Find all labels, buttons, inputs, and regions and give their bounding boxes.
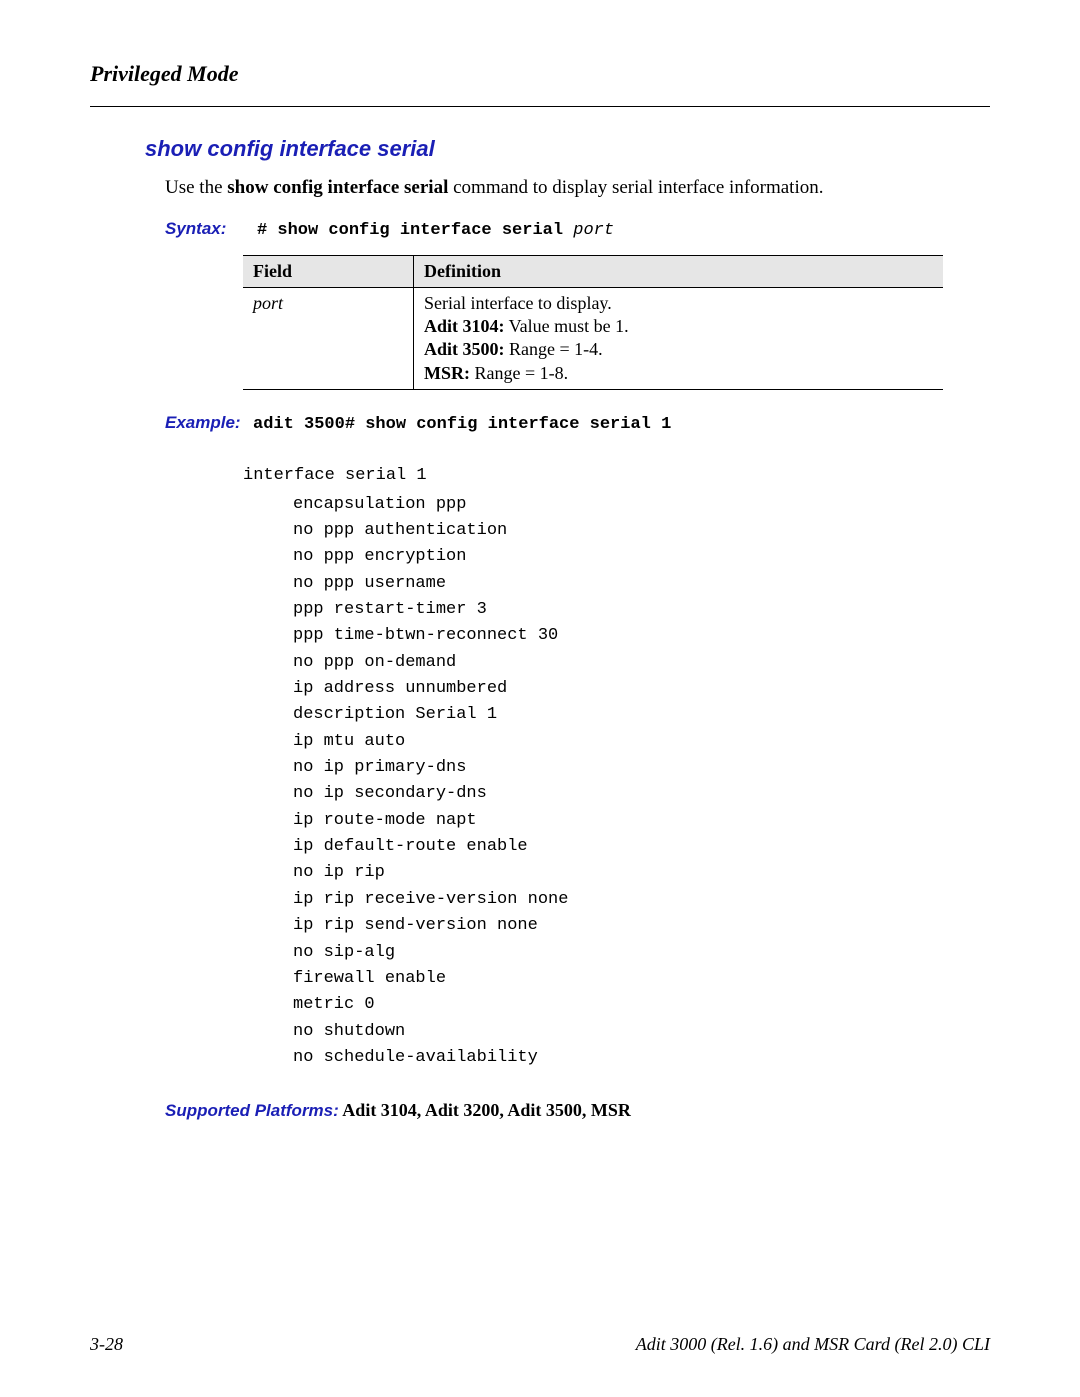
def-label: Adit 3104: [424,316,505,336]
syntax-arg: port [573,221,614,240]
def-line: Adit 3500: Range = 1-4. [424,338,933,361]
code-line: ip address unnumbered [293,676,935,702]
running-head: Privileged Mode [90,60,990,88]
code-line: firewall enable [293,966,935,992]
td-definition: Serial interface to display. Adit 3104: … [414,287,944,390]
example-code: adit 3500# show config interface serial … [253,414,671,435]
intro-bold: show config interface serial [227,177,448,198]
code-output: interface serial 1 encapsulation ppp no … [243,463,935,1071]
code-line: no ppp username [293,571,935,597]
code-line: no ppp encryption [293,544,935,570]
platforms-label: Supported Platforms: [165,1101,339,1120]
page-footer: 3-28 Adit 3000 (Rel. 1.6) and MSR Card (… [90,1333,990,1356]
code-line: ip mtu auto [293,729,935,755]
code-line: ip rip receive-version none [293,887,935,913]
code-line: ppp restart-timer 3 [293,597,935,623]
code-line: ip rip send-version none [293,913,935,939]
code-line: encapsulation ppp [293,492,935,518]
content-block: show config interface serial Use the sho… [145,135,935,1122]
example-label: Example: [165,412,243,433]
syntax-code: # show config interface serial port [257,220,614,241]
supported-platforms: Supported Platforms: Adit 3104, Adit 320… [165,1099,935,1122]
page-number: 3-28 [90,1333,123,1356]
def-value: Range = 1-8. [470,363,568,383]
intro-text: Use the show config interface serial com… [165,176,935,200]
code-line: no sip-alg [293,940,935,966]
code-line: no ip primary-dns [293,755,935,781]
code-line: no ip rip [293,860,935,886]
intro-post: command to display serial interface info… [448,177,823,198]
td-field: port [243,287,414,390]
code-line: description Serial 1 [293,702,935,728]
code-line: no ppp authentication [293,518,935,544]
code-line: no ppp on-demand [293,650,935,676]
code-line: no shutdown [293,1019,935,1045]
def-line: Adit 3104: Value must be 1. [424,315,933,338]
example-block: Example: adit 3500# show config interfac… [165,412,935,435]
code-line: no schedule-availability [293,1045,935,1071]
code-line: ppp time-btwn-reconnect 30 [293,623,935,649]
def-label: Adit 3500: [424,339,505,359]
code-line: metric 0 [293,992,935,1018]
def-line: MSR: Range = 1-8. [424,362,933,385]
th-definition: Definition [414,256,944,288]
syntax-label: Syntax: [165,218,243,239]
code-head: interface serial 1 [243,463,935,489]
code-line: no ip secondary-dns [293,781,935,807]
platforms-value: Adit 3104, Adit 3200, Adit 3500, MSR [339,1100,631,1120]
syntax-block: Syntax: # show config interface serial p… [165,218,935,241]
def-value: Range = 1-4. [505,339,603,359]
rule [90,106,990,107]
def-label: MSR: [424,363,470,383]
def-value: Value must be 1. [505,316,629,336]
th-field: Field [243,256,414,288]
code-line: ip default-route enable [293,834,935,860]
def-line: Serial interface to display. [424,292,933,315]
doc-title: Adit 3000 (Rel. 1.6) and MSR Card (Rel 2… [636,1333,990,1356]
field-definition-table: Field Definition port Serial interface t… [243,255,943,390]
section-heading: show config interface serial [145,135,935,163]
intro-pre: Use the [165,177,227,198]
page: Privileged Mode show config interface se… [0,0,1080,1397]
code-line: ip route-mode napt [293,808,935,834]
syntax-cmd: # show config interface serial [257,221,573,240]
